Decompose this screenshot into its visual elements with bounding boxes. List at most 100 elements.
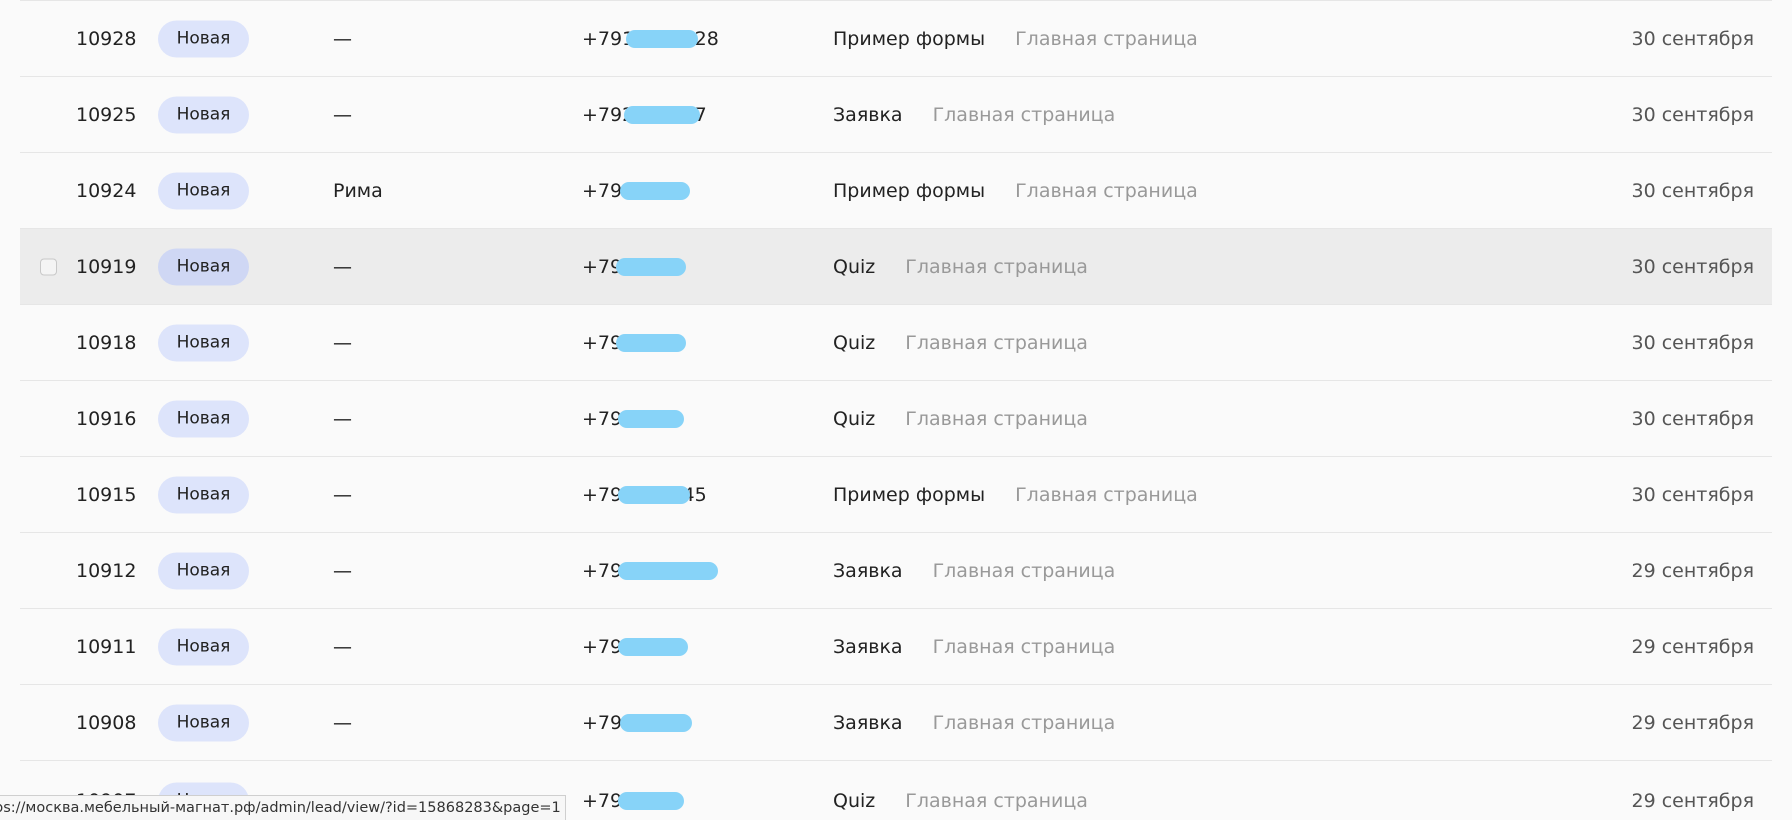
form-page: Главная страница (932, 103, 1116, 126)
form-name: Пример формы (833, 483, 986, 506)
status-badge[interactable]: Новая (158, 400, 249, 437)
form-page: Главная страница (932, 635, 1116, 658)
lead-id[interactable]: 10925 (76, 104, 136, 126)
phone-redaction-mask (618, 561, 718, 580)
phone-redaction-mask (618, 485, 690, 504)
lead-name: — (333, 711, 352, 734)
lead-id[interactable]: 10924 (76, 180, 136, 202)
phone-redaction-mask (618, 791, 684, 810)
form-name: Пример формы (833, 27, 986, 50)
table-row[interactable]: 10915Новая—+792681845Пример формыГлавная… (20, 456, 1772, 532)
form-page: Главная страница (932, 711, 1116, 734)
lead-source: Quiz Главная страница (833, 256, 1088, 278)
lead-source: Пример формы Главная страница (833, 180, 1198, 202)
table-row[interactable]: 10919 Новая — +7926 Quiz Главная страница 30 с… (20, 228, 1772, 304)
form-name: Заявка (833, 103, 903, 126)
table-row[interactable]: 10928Новая—+7916942928Пример формыГлавна… (20, 0, 1772, 76)
lead-source: Заявка Главная страница (833, 104, 1115, 126)
form-page: Главная страница (905, 255, 1088, 278)
form-name: Quiz (833, 789, 876, 812)
status-badge[interactable]: Новая (158, 552, 249, 589)
lead-name: — (333, 255, 352, 278)
lead-source: Пример формы Главная страница (833, 484, 1198, 506)
browser-status-bar: ps://москва.мебельный-магнат.рф/admin/le… (0, 795, 566, 820)
lead-source: Заявка Главная страница (833, 560, 1115, 582)
lead-id[interactable]: 10919 (76, 256, 136, 278)
phone-redaction-mask (618, 637, 688, 656)
leads-page: 10928Новая—+7916942928Пример формыГлавна… (0, 0, 1792, 820)
form-name: Заявка (833, 635, 903, 658)
lead-date: 30 сентября (1631, 407, 1754, 430)
lead-date: 29 сентября (1631, 789, 1754, 812)
table-row[interactable]: 10912Новая—+792960790ЗаявкаГлавная стран… (20, 532, 1772, 608)
form-page: Главная страница (905, 407, 1088, 430)
status-bar-url: ps://москва.мебельный-магнат.рф/admin/le… (0, 800, 561, 816)
phone-redaction-mask (620, 713, 692, 732)
phone-redaction-mask (626, 29, 698, 48)
leads-table: 10928Новая—+7916942928Пример формыГлавна… (20, 0, 1772, 820)
phone-redaction-mask (624, 105, 700, 124)
phone-redaction-mask (618, 409, 684, 428)
lead-source: Пример формы Главная страница (833, 28, 1198, 50)
lead-date: 30 сентября (1631, 483, 1754, 506)
form-name: Заявка (833, 559, 903, 582)
lead-date: 30 сентября (1631, 179, 1754, 202)
lead-id[interactable]: 10918 (76, 332, 136, 354)
lead-name: — (333, 27, 352, 50)
phone-redaction-mask (616, 257, 686, 276)
table-row[interactable]: 10925Новая—+792571807ЗаявкаГлавная стран… (20, 76, 1772, 152)
form-name: Заявка (833, 711, 903, 734)
phone-redaction-mask (620, 181, 690, 200)
lead-name: — (333, 483, 352, 506)
status-badge[interactable]: Новая (158, 476, 249, 513)
lead-id[interactable]: 10915 (76, 484, 136, 506)
table-row[interactable]: 10918 Новая — +791 Quiz Главная страница 30 се… (20, 304, 1772, 380)
form-page: Главная страница (905, 789, 1088, 812)
lead-id[interactable]: 10928 (76, 28, 136, 50)
phone-redaction-mask (616, 333, 686, 352)
lead-name: — (333, 331, 352, 354)
lead-source: Заявка Главная страница (833, 636, 1115, 658)
status-badge[interactable]: Новая (158, 324, 249, 361)
lead-name: — (333, 103, 352, 126)
form-page: Главная страница (932, 559, 1116, 582)
status-badge[interactable]: Новая (158, 172, 249, 209)
lead-id[interactable]: 10908 (76, 712, 136, 734)
lead-name: — (333, 559, 352, 582)
table-row[interactable]: 10908Новая—+792614ЗаявкаГлавная страница… (20, 684, 1772, 760)
form-name: Пример формы (833, 179, 986, 202)
status-badge[interactable]: Новая (158, 628, 249, 665)
form-name: Quiz (833, 331, 876, 354)
lead-source: Quiz Главная страница (833, 408, 1088, 430)
lead-date: 30 сентября (1631, 331, 1754, 354)
row-checkbox[interactable] (40, 258, 57, 275)
form-page: Главная страница (905, 331, 1088, 354)
lead-source: Quiz Главная страница (833, 790, 1088, 812)
form-page: Главная страница (1015, 27, 1198, 50)
lead-date: 30 сентября (1631, 103, 1754, 126)
form-page: Главная страница (1015, 483, 1198, 506)
lead-date: 29 сентября (1631, 559, 1754, 582)
lead-id[interactable]: 10916 (76, 408, 136, 430)
lead-source: Заявка Главная страница (833, 712, 1115, 734)
form-name: Quiz (833, 255, 876, 278)
table-row[interactable]: 10916 Новая — +792 Quiz Главная страница 30 се… (20, 380, 1772, 456)
form-name: Quiz (833, 407, 876, 430)
lead-name: — (333, 635, 352, 658)
status-badge[interactable]: Новая (158, 96, 249, 133)
lead-source: Quiz Главная страница (833, 332, 1088, 354)
table-row[interactable]: 10911 Новая — +792 Заявка Главная страница 29 … (20, 608, 1772, 684)
lead-name: — (333, 407, 352, 430)
lead-date: 29 сентября (1631, 635, 1754, 658)
status-badge[interactable]: Новая (158, 20, 249, 57)
lead-id[interactable]: 10911 (76, 636, 136, 658)
status-badge[interactable]: Новая (158, 704, 249, 741)
lead-date: 30 сентября (1631, 27, 1754, 50)
lead-date: 30 сентября (1631, 255, 1754, 278)
lead-name: Рима (333, 179, 383, 202)
form-page: Главная страница (1015, 179, 1198, 202)
table-row[interactable]: 10924 Новая Рима +792 Пример формы Главная ст… (20, 152, 1772, 228)
lead-date: 29 сентября (1631, 711, 1754, 734)
status-badge[interactable]: Новая (158, 248, 249, 285)
lead-id[interactable]: 10912 (76, 560, 136, 582)
